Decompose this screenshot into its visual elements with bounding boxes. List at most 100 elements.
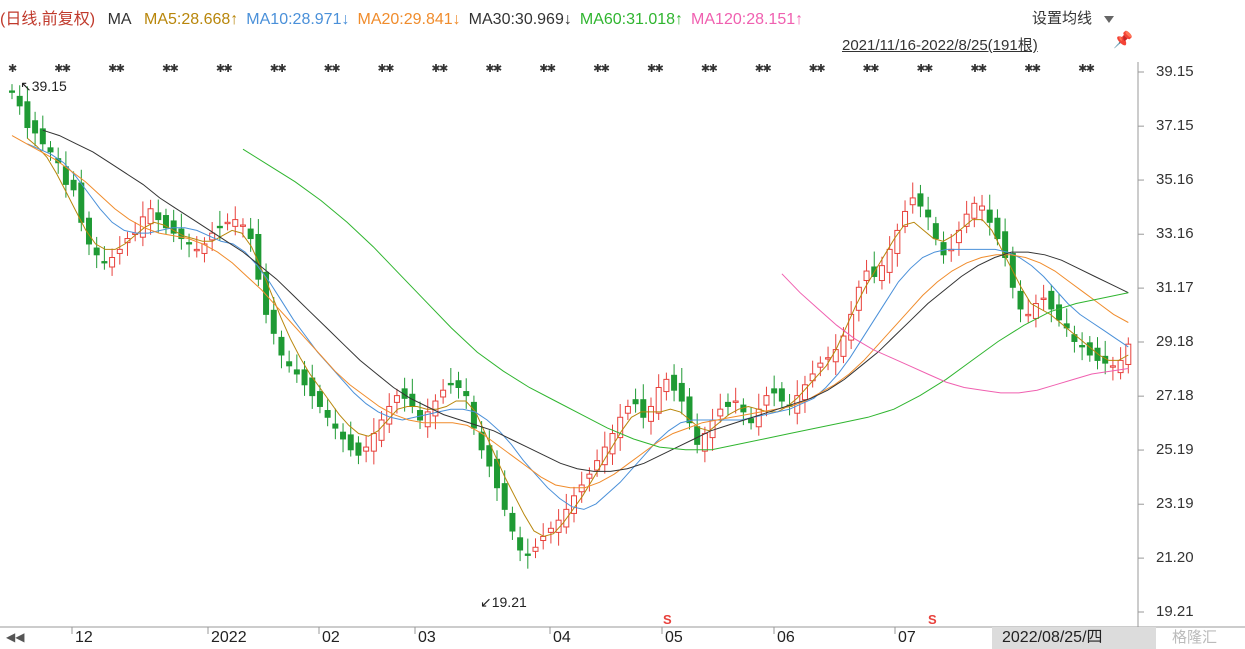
candle-body [986, 209, 993, 223]
candle-body [370, 433, 377, 452]
ma20-line [11, 135, 1129, 489]
candle-body [332, 423, 339, 429]
candle-body [994, 217, 1001, 240]
y-tick-label: 23.19 [1156, 495, 1194, 513]
candle-body [239, 224, 246, 227]
candle-body [70, 179, 77, 191]
x-tick-label: 07 [898, 629, 916, 646]
candle-body [509, 512, 516, 532]
candle-body [116, 248, 123, 254]
candle-body [640, 399, 647, 418]
kline-chart[interactable]: (日线,前复权) MA MA5:28.668↑ MA10:28.971↓ MA20:… [0, 0, 1245, 649]
candle-body [778, 388, 785, 402]
candle-body [971, 202, 978, 219]
candle-body [1079, 345, 1086, 348]
y-tick-label: 35.16 [1156, 171, 1194, 189]
max-price-annotation: ↖39.15 [20, 78, 67, 94]
candle-body [378, 419, 385, 441]
ma5-line [27, 137, 1129, 537]
event-mark-top: ✱ [62, 63, 71, 75]
event-mark-top: ✱ [385, 63, 394, 75]
event-mark-top: ✱ [493, 63, 502, 75]
candle-body [447, 382, 454, 386]
candle-body [340, 431, 347, 440]
candle-body [232, 219, 239, 227]
candle-body [216, 225, 223, 229]
event-mark-top: ✱ [439, 63, 448, 75]
candle-body [393, 395, 400, 403]
candle-body [925, 209, 932, 218]
candle-body [355, 442, 362, 456]
candle-body [224, 221, 231, 225]
candle-body [917, 193, 924, 207]
candle-body [524, 553, 531, 556]
candle-body [78, 182, 85, 223]
candle-body [817, 362, 824, 368]
candle-body [940, 242, 947, 256]
candle-body [763, 395, 770, 406]
event-mark-top: ✱ [601, 63, 610, 75]
candle-body [186, 242, 193, 245]
candle-body [24, 101, 31, 129]
candle-body [85, 217, 92, 245]
candle-body [825, 357, 832, 360]
x-tick-label: 02 [322, 629, 340, 646]
candle-body [532, 546, 539, 552]
ma30-line [42, 129, 1129, 472]
candle-body [517, 537, 524, 551]
ma10-line [27, 143, 1129, 510]
x-tick-label: 2022 [211, 629, 247, 646]
plot-area[interactable]: ✱ ✱✱ ✱✱ ✱✱ ✱✱ ✱✱ ✱✱ ✱✱ ✱✱ ✱✱ ✱✱ ✱✱ ✱✱ ✱✱ ✱✱ ✱✱ ✱✱ ✱✱ ✱✱ ✱✱ ✱… [0, 0, 1245, 649]
candle-body [1017, 290, 1024, 310]
event-mark-top: ✱ [978, 63, 987, 75]
candle-body [501, 483, 508, 510]
candle-body [840, 335, 847, 357]
candle-body [324, 410, 331, 418]
y-tick-label: 29.18 [1156, 333, 1194, 350]
candle-body [624, 405, 631, 414]
candle-body [1025, 313, 1032, 317]
candle-body [247, 228, 254, 240]
candle-body [301, 369, 308, 386]
split-mark: S [663, 612, 672, 627]
x-tick-label: 03 [418, 629, 436, 646]
event-mark-top: ✱ [870, 63, 879, 75]
watermark-logo: 格隆汇 [1172, 629, 1218, 646]
event-mark-top: ✱ [170, 63, 179, 75]
candle-body [286, 361, 293, 367]
candle-body [440, 389, 447, 398]
y-tick-label: 27.18 [1156, 387, 1194, 405]
candle-body [1040, 297, 1047, 300]
candle-body [878, 265, 885, 282]
x-tick-label: 06 [777, 629, 795, 646]
candle-body [694, 426, 701, 445]
candle-body [578, 484, 585, 493]
event-mark-top: ✱ [762, 63, 771, 75]
candle-body [293, 369, 300, 375]
candle-body [732, 400, 739, 403]
candle-body [432, 400, 439, 417]
candle-body [278, 336, 285, 356]
candle-body [663, 378, 670, 393]
current-date-tag: 2022/08/25/四 [992, 627, 1156, 649]
event-mark-top: ✱ [224, 63, 233, 75]
y-tick-label: 25.19 [1156, 441, 1194, 459]
candle-body [32, 120, 39, 134]
candle-body [748, 418, 755, 424]
candle-body [1117, 359, 1124, 374]
event-mark-top: ✱ [277, 63, 286, 75]
candle-body [316, 391, 323, 407]
candle-body [771, 388, 778, 394]
candle-body [9, 90, 15, 93]
candle-body [932, 223, 939, 240]
candle-body [1048, 290, 1055, 310]
candle-body [724, 401, 731, 407]
scroll-left-icon[interactable]: ◀◀ [6, 630, 24, 644]
candle-body [540, 535, 547, 542]
ma60-line [242, 148, 1129, 451]
event-mark-top: ✱ [924, 63, 933, 75]
event-mark-top: ✱ [8, 63, 17, 75]
candle-body [717, 408, 724, 417]
candle-body [1125, 343, 1132, 365]
candle-body [47, 147, 54, 153]
